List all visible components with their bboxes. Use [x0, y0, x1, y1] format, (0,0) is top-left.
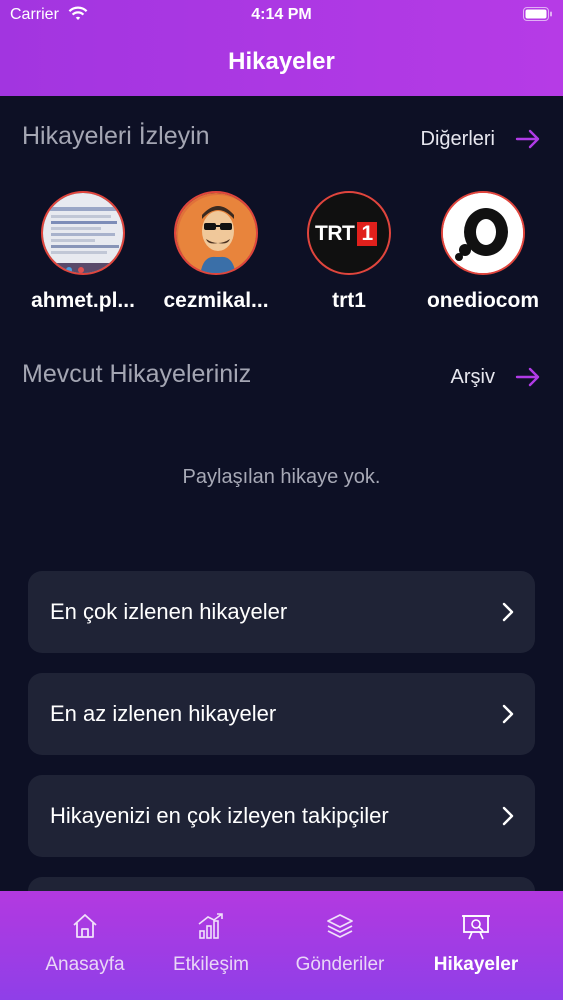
tab-label: Hikayeler — [433, 954, 519, 975]
top-viewers-item[interactable]: Hikayenizi en çok izleyen takipçiler — [28, 775, 535, 857]
story-item[interactable]: ahmet.pl... — [18, 191, 148, 313]
archive-link-label: Arşiv — [450, 365, 495, 388]
avatar[interactable] — [441, 191, 525, 275]
layers-icon — [327, 914, 353, 938]
least-viewed-stories-item[interactable]: En az izlenen hikayeler — [28, 673, 535, 755]
clock: 4:14 PM — [251, 6, 312, 23]
menu-item-label: En çok izlenen hikayeler — [50, 599, 288, 624]
menu-item-label: Hikayenizi en çok izleyen takipçiler — [50, 803, 389, 828]
archive-link[interactable]: Arşiv — [451, 362, 541, 392]
arrow-right-icon — [515, 367, 540, 387]
onedio-logo — [443, 193, 523, 273]
avatar[interactable] — [174, 191, 258, 275]
others-link-label: Diğerleri — [420, 127, 495, 150]
story-item[interactable]: cezmikal... — [151, 191, 281, 313]
stories-icon — [462, 915, 490, 940]
status-bar: Carrier 4:14 PM — [0, 0, 563, 30]
tab-stories[interactable]: Hikayeler — [406, 891, 546, 1000]
chevron-right-icon — [502, 806, 514, 826]
chevron-right-icon — [502, 704, 514, 724]
avatar[interactable]: TRT 1 — [307, 191, 391, 275]
story-item[interactable]: onediocom — [418, 191, 548, 313]
trt-logo-text: TRT — [315, 222, 355, 245]
chart-icon — [198, 913, 223, 939]
story-item[interactable]: TRT 1 trt1 — [284, 191, 414, 313]
menu-item-partial[interactable] — [28, 877, 535, 891]
tab-label: Anasayfa — [45, 954, 125, 975]
tab-bar: Anasayfa Etkileşim Gönderiler Hikayeler — [0, 891, 563, 1000]
home-icon — [73, 914, 97, 938]
battery-icon — [523, 7, 552, 21]
story-name: onediocom — [426, 289, 539, 312]
story-list: ahmet.pl... cezmikal... TRT 1 trt1 onedi… — [0, 191, 563, 316]
arrow-right-icon — [515, 129, 540, 149]
story-name: trt1 — [332, 289, 366, 312]
section-title: Hikayeleri İzleyin — [22, 122, 210, 150]
others-link[interactable]: Diğerleri — [421, 124, 541, 154]
watch-stories-header: Hikayeleri İzleyin Diğerleri — [22, 114, 541, 154]
avatar[interactable] — [41, 191, 125, 275]
empty-stories-message: Paylaşılan hikaye yok. — [182, 466, 381, 488]
story-name: ahmet.pl... — [31, 289, 135, 312]
page-title: Hikayeler — [228, 48, 335, 75]
tab-engagement[interactable]: Etkileşim — [141, 891, 281, 1000]
tab-home[interactable]: Anasayfa — [15, 891, 155, 1000]
tab-label: Gönderiler — [295, 954, 385, 975]
own-stories-header: Mevcut Hikayeleriniz Arşiv — [22, 352, 541, 392]
trt1-logo: TRT 1 — [315, 221, 385, 247]
menu-item-label: En az izlenen hikayeler — [50, 701, 277, 726]
trt-logo-number: 1 — [357, 222, 378, 246]
cartoon-avatar-image — [176, 193, 256, 273]
chevron-right-icon — [502, 602, 514, 622]
section-title: Mevcut Hikayeleriniz — [22, 360, 252, 388]
most-viewed-stories-item[interactable]: En çok izlenen hikayeler — [28, 571, 535, 653]
screenshot-thumbnail-image — [43, 193, 123, 273]
tab-posts[interactable]: Gönderiler — [270, 891, 410, 1000]
tab-label: Etkileşim — [172, 954, 249, 975]
story-name: cezmikal... — [163, 289, 269, 312]
main-content: Hikayeleri İzleyin Diğerleri ahmet.pl...… — [0, 96, 563, 891]
header: Carrier 4:14 PM Hikayeler — [0, 0, 563, 96]
